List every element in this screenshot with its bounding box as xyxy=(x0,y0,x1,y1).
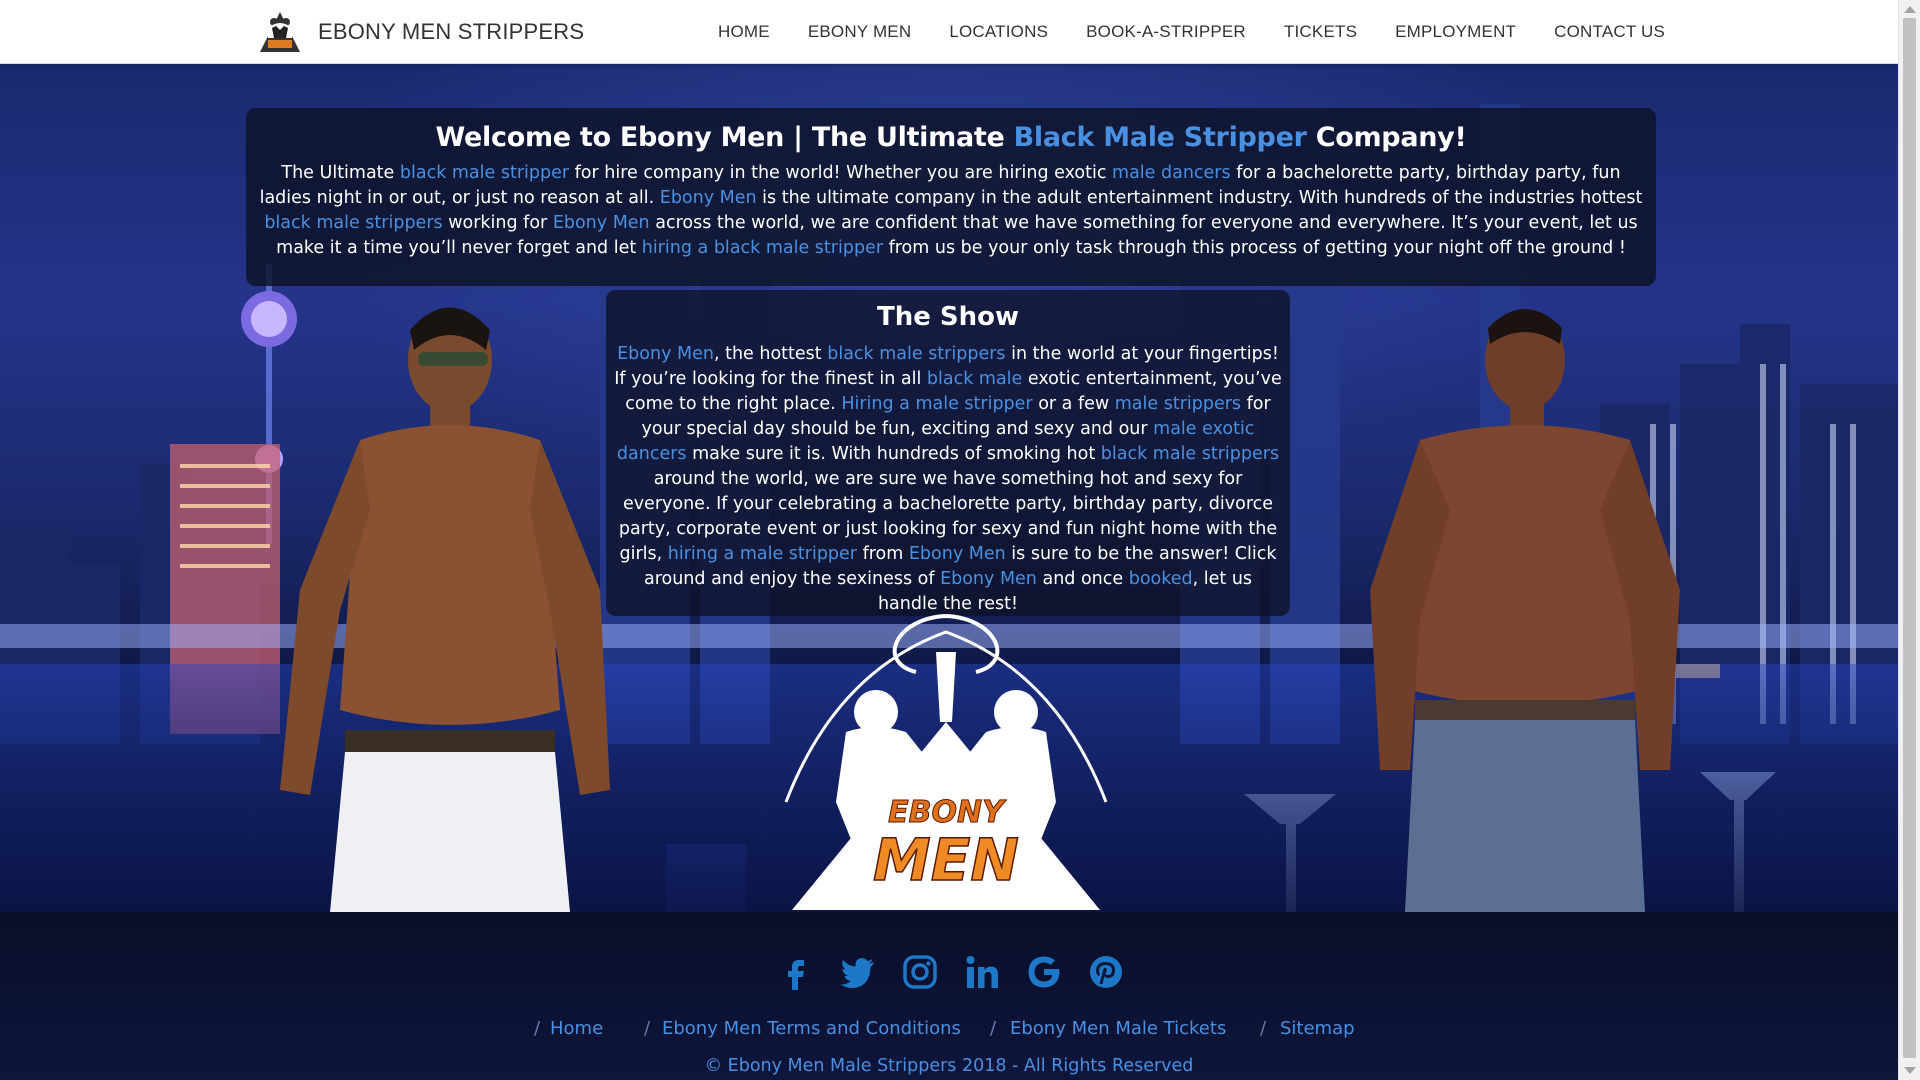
body-text: and once xyxy=(1036,569,1129,589)
copyright-text: © Ebony Men Male Strippers 2018 - All Ri… xyxy=(704,1056,1194,1076)
inline-link[interactable]: black male strippers xyxy=(264,213,442,233)
body-text: The Ultimate xyxy=(281,163,400,183)
inline-link[interactable]: hiring a black male stripper xyxy=(642,238,883,258)
instagram-icon[interactable] xyxy=(900,952,940,992)
scroll-down-arrow-icon[interactable] xyxy=(1904,1067,1916,1074)
body-text: from xyxy=(857,544,909,564)
nav-item-ebony-men[interactable]: EBONY MEN xyxy=(808,22,912,42)
site-footer: / Home / Ebony Men Terms and Conditions … xyxy=(0,912,1898,1080)
inline-link[interactable]: black male strippers xyxy=(827,344,1005,364)
scroll-thumb[interactable] xyxy=(1903,18,1916,1058)
nav-item-locations[interactable]: LOCATIONS xyxy=(949,22,1048,42)
twitter-icon[interactable] xyxy=(838,952,878,992)
brand[interactable]: EBONY MEN STRIPPERS xyxy=(252,8,584,56)
show-panel: The Show Ebony Men, the hottest black ma… xyxy=(606,290,1290,616)
footer-separator: / xyxy=(1260,1018,1267,1039)
footer-separator: / xyxy=(644,1018,651,1039)
body-text: from us be your only task through this p… xyxy=(883,238,1626,258)
welcome-title-post: Company! xyxy=(1306,122,1467,153)
inline-link[interactable]: black male strippers xyxy=(1101,444,1279,464)
show-body: Ebony Men, the hottest black male stripp… xyxy=(614,342,1282,617)
silhouette-logo-icon xyxy=(260,12,300,52)
inline-link[interactable]: Ebony Men xyxy=(660,188,757,208)
google-icon[interactable] xyxy=(1024,952,1064,992)
model-left-image xyxy=(280,307,610,912)
logo-line-2: MEN xyxy=(873,826,1019,894)
logo-line-1: EBONY xyxy=(888,795,1007,830)
inline-link[interactable]: booked xyxy=(1129,569,1193,589)
nav-item-home[interactable]: HOME xyxy=(718,22,770,42)
brand-name: EBONY MEN STRIPPERS xyxy=(318,19,585,44)
body-text: working for xyxy=(442,213,553,233)
main-nav: HOME EBONY MEN LOCATIONS BOOK-A-STRIPPER… xyxy=(718,0,1665,64)
model-right-image xyxy=(1370,309,1680,912)
footer-links: / Home / Ebony Men Terms and Conditions … xyxy=(0,1018,1898,1042)
body-text: , the hottest xyxy=(713,344,828,364)
pinterest-icon[interactable] xyxy=(1086,952,1126,992)
welcome-title-link[interactable]: Black Male Stripper xyxy=(1014,122,1307,153)
footer-link-sitemap[interactable]: Sitemap xyxy=(1280,1018,1355,1039)
footer-link-terms[interactable]: Ebony Men Terms and Conditions xyxy=(662,1018,961,1039)
body-text: make sure it is. With hundreds of smokin… xyxy=(686,444,1101,464)
inline-link[interactable]: male strippers xyxy=(1115,394,1241,414)
nav-item-tickets[interactable]: TICKETS xyxy=(1284,22,1357,42)
body-text: is the ultimate company in the adult ent… xyxy=(756,188,1643,208)
top-navbar: EBONY MEN STRIPPERS HOME EBONY MEN LOCAT… xyxy=(0,0,1898,64)
body-text: or a few xyxy=(1032,394,1115,414)
nav-item-book-a-stripper[interactable]: BOOK-A-STRIPPER xyxy=(1086,22,1246,42)
body-text: for hire company in the world! Whether y… xyxy=(569,163,1113,183)
welcome-title: Welcome to Ebony Men | The Ultimate Blac… xyxy=(254,122,1648,153)
linkedin-icon[interactable] xyxy=(962,952,1002,992)
inline-link[interactable]: Hiring a male stripper xyxy=(841,394,1032,414)
inline-link[interactable]: male dancers xyxy=(1112,163,1231,183)
welcome-body: The Ultimate black male stripper for hir… xyxy=(254,161,1648,261)
facebook-icon[interactable] xyxy=(776,952,816,992)
nav-item-contact-us[interactable]: CONTACT US xyxy=(1554,22,1665,42)
footer-separator: / xyxy=(990,1018,997,1039)
footer-separator: / xyxy=(534,1018,541,1039)
inline-link[interactable]: Ebony Men xyxy=(940,569,1037,589)
scroll-up-arrow-icon[interactable] xyxy=(1904,6,1916,13)
welcome-title-pre: Welcome to Ebony Men | The Ultimate xyxy=(435,122,1014,153)
show-title: The Show xyxy=(876,302,1020,332)
social-icons xyxy=(776,952,1126,992)
ebony-men-logo: EBONY MEN xyxy=(784,614,1108,910)
inline-link[interactable]: Ebony Men xyxy=(617,344,714,364)
inline-link[interactable]: Ebony Men xyxy=(909,544,1006,564)
nav-item-employment[interactable]: EMPLOYMENT xyxy=(1395,22,1516,42)
page-scrollbar[interactable] xyxy=(1898,0,1920,1080)
inline-link[interactable]: hiring a male stripper xyxy=(668,544,857,564)
inline-link[interactable]: Ebony Men xyxy=(553,213,650,233)
footer-link-home[interactable]: Home xyxy=(550,1018,603,1039)
footer-link-tickets[interactable]: Ebony Men Male Tickets xyxy=(1010,1018,1226,1039)
inline-link[interactable]: black male stripper xyxy=(400,163,569,183)
welcome-panel: Welcome to Ebony Men | The Ultimate Blac… xyxy=(246,108,1656,286)
inline-link[interactable]: black male xyxy=(927,369,1022,389)
